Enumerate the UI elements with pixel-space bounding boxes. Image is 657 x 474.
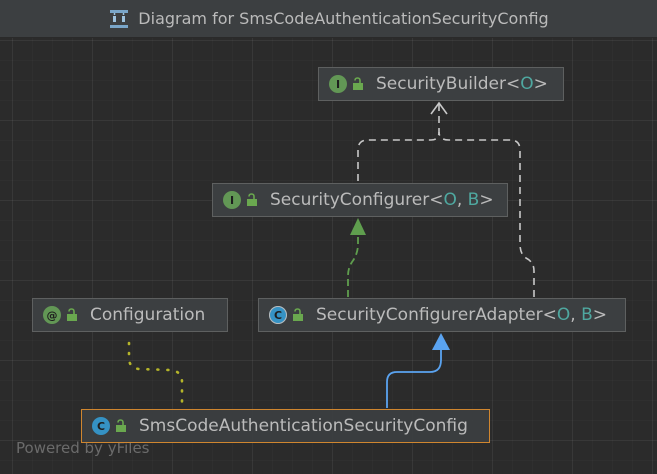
unlocked-icon [66,308,78,322]
class-name: SecurityConfigurer [270,190,430,210]
node-label: SecurityConfigurer<O, B> [270,190,494,210]
abstract-class-icon: C [269,306,287,324]
type-param: O [443,190,457,210]
edge-adapter-to-configurer [347,232,359,297]
type-param: O [520,74,534,94]
type-param: O [556,305,571,325]
unlocked-icon [292,308,304,322]
unlocked-icon [115,419,127,433]
node-label: SecurityConfigurerAdapter<O, B> [316,305,607,325]
type-param: B [581,305,593,325]
interface-icon: I [223,191,241,209]
type-bracket-close: > [592,305,608,325]
node-security-configurer-adapter[interactable]: C SecurityConfigurerAdapter<O, B> [258,298,626,332]
unlocked-icon [246,193,258,207]
type-bracket-open: < [429,190,444,210]
node-configuration[interactable]: @ Configuration [32,298,228,332]
interface-icon: I [329,75,347,93]
class-name: SecurityBuilder [376,74,506,94]
edge-configurer-to-builder [357,104,440,181]
node-security-configurer[interactable]: I SecurityConfigurer<O, B> [212,183,508,217]
class-name: SmsCodeAuthenticationSecurityConfig [139,416,468,436]
type-separator: , [456,190,468,210]
unlocked-icon [352,77,364,91]
diagram-window: Diagram for SmsCodeAuthenticationSecurit… [0,0,657,474]
arrowhead-configurer [350,218,366,235]
type-bracket-close: > [533,74,548,94]
edge-sms-to-adapter [386,348,442,408]
class-icon: C [92,417,110,435]
type-param: B [467,190,480,210]
node-sms-code-authentication-security-config[interactable]: C SmsCodeAuthenticationSecurityConfig [81,409,490,443]
type-bracket-open: < [505,74,521,94]
type-bracket-close: > [479,190,494,210]
class-name: SecurityConfigurerAdapter [316,305,543,325]
arrowhead-adapter [432,333,450,350]
type-bracket-open: < [542,305,557,325]
node-label: SecurityBuilder<O> [376,74,548,94]
type-separator: , [570,305,582,325]
node-security-builder[interactable]: I SecurityBuilder<O> [318,67,564,101]
edge-configuration-annotation [127,341,184,404]
class-name: Configuration [90,305,206,325]
annotation-icon: @ [43,306,61,324]
